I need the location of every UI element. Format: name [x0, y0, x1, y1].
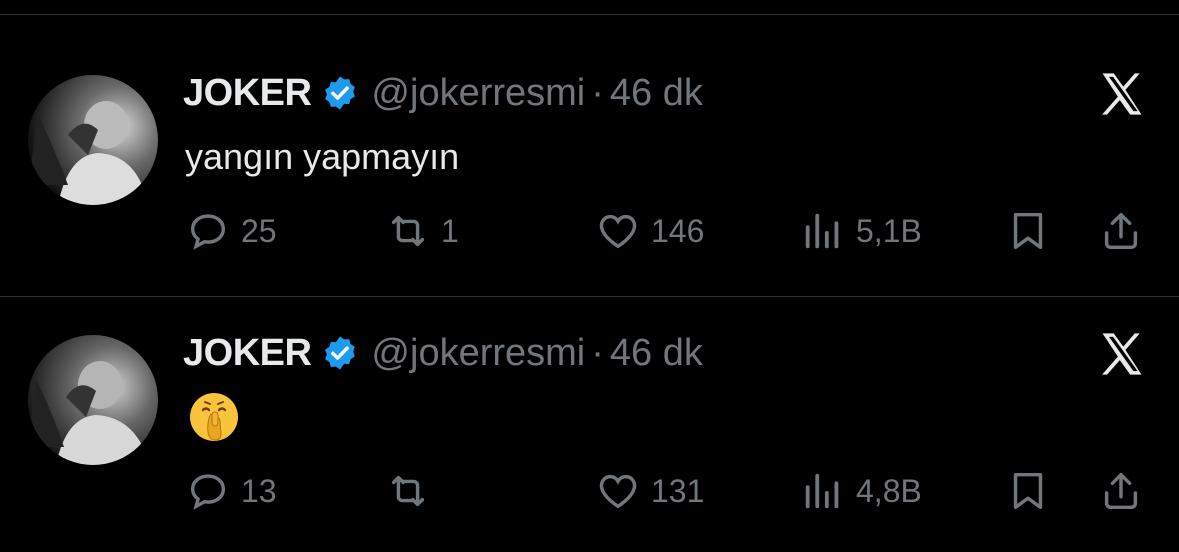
avatar[interactable]: [28, 335, 158, 465]
retweet-count: 1: [441, 212, 459, 249]
separator-dot: ·: [591, 71, 604, 114]
avatar-image: [28, 75, 158, 205]
views-icon: [805, 473, 839, 509]
user-handle[interactable]: @jokerresmi: [371, 72, 585, 115]
reply-count: 13: [241, 472, 277, 509]
share-button[interactable]: [1098, 208, 1144, 254]
like-button[interactable]: 146: [595, 208, 704, 254]
reply-count: 25: [241, 212, 277, 249]
reply-button[interactable]: 25: [185, 208, 277, 254]
tweet-header: JOKER @jokerresmi · 46 dk: [183, 68, 703, 118]
display-name[interactable]: JOKER: [183, 72, 312, 115]
avatar-image: [28, 335, 158, 465]
views-icon: [805, 213, 839, 249]
verified-badge-icon: [325, 336, 356, 370]
like-icon: [599, 214, 637, 249]
tweet-actions: 13 131 4,8B: [0, 468, 1179, 518]
share-icon: [1104, 472, 1138, 510]
bookmark-button[interactable]: [1005, 468, 1051, 514]
tweet-header: JOKER @jokerresmi · 46 dk: [183, 328, 703, 378]
views-button[interactable]: 5,1B: [800, 208, 922, 254]
retweet-button[interactable]: [385, 468, 441, 514]
view-count: 5,1B: [856, 212, 922, 249]
like-count: 131: [651, 472, 705, 509]
timestamp[interactable]: 46 dk: [610, 332, 703, 375]
retweet-icon: [391, 215, 425, 247]
x-logo-icon: [1102, 73, 1142, 115]
reply-icon: [190, 474, 226, 510]
retweet-button[interactable]: 1: [385, 208, 459, 254]
like-count: 146: [651, 212, 705, 249]
tweet-2[interactable]: JOKER @jokerresmi · 46 dk 13 131 4,8B: [0, 290, 1179, 550]
view-count: 4,8B: [856, 472, 922, 509]
reply-button[interactable]: 13: [185, 468, 277, 514]
views-button[interactable]: 4,8B: [800, 468, 922, 514]
tweet-1[interactable]: JOKER @jokerresmi · 46 dk yangın yapmayı…: [0, 20, 1179, 280]
top-divider: [0, 14, 1179, 15]
tweet-text: yangın yapmayın: [185, 136, 460, 177]
shushing-face-emoji-icon: [190, 393, 238, 441]
timestamp[interactable]: 46 dk: [610, 72, 703, 115]
display-name[interactable]: JOKER: [183, 332, 312, 375]
share-icon: [1104, 212, 1138, 250]
like-button[interactable]: 131: [595, 468, 704, 514]
user-handle[interactable]: @jokerresmi: [371, 332, 585, 375]
tweet-actions: 25 1 146 5,1B: [0, 208, 1179, 258]
like-icon: [599, 474, 637, 509]
reply-icon: [190, 214, 226, 250]
share-button[interactable]: [1098, 468, 1144, 514]
x-logo-icon: [1102, 333, 1142, 375]
avatar[interactable]: [28, 75, 158, 205]
bookmark-icon: [1013, 472, 1043, 510]
bookmark-icon: [1013, 212, 1043, 250]
bookmark-button[interactable]: [1005, 208, 1051, 254]
separator-dot: ·: [591, 331, 604, 374]
retweet-icon: [391, 475, 425, 507]
verified-badge-icon: [325, 76, 356, 110]
